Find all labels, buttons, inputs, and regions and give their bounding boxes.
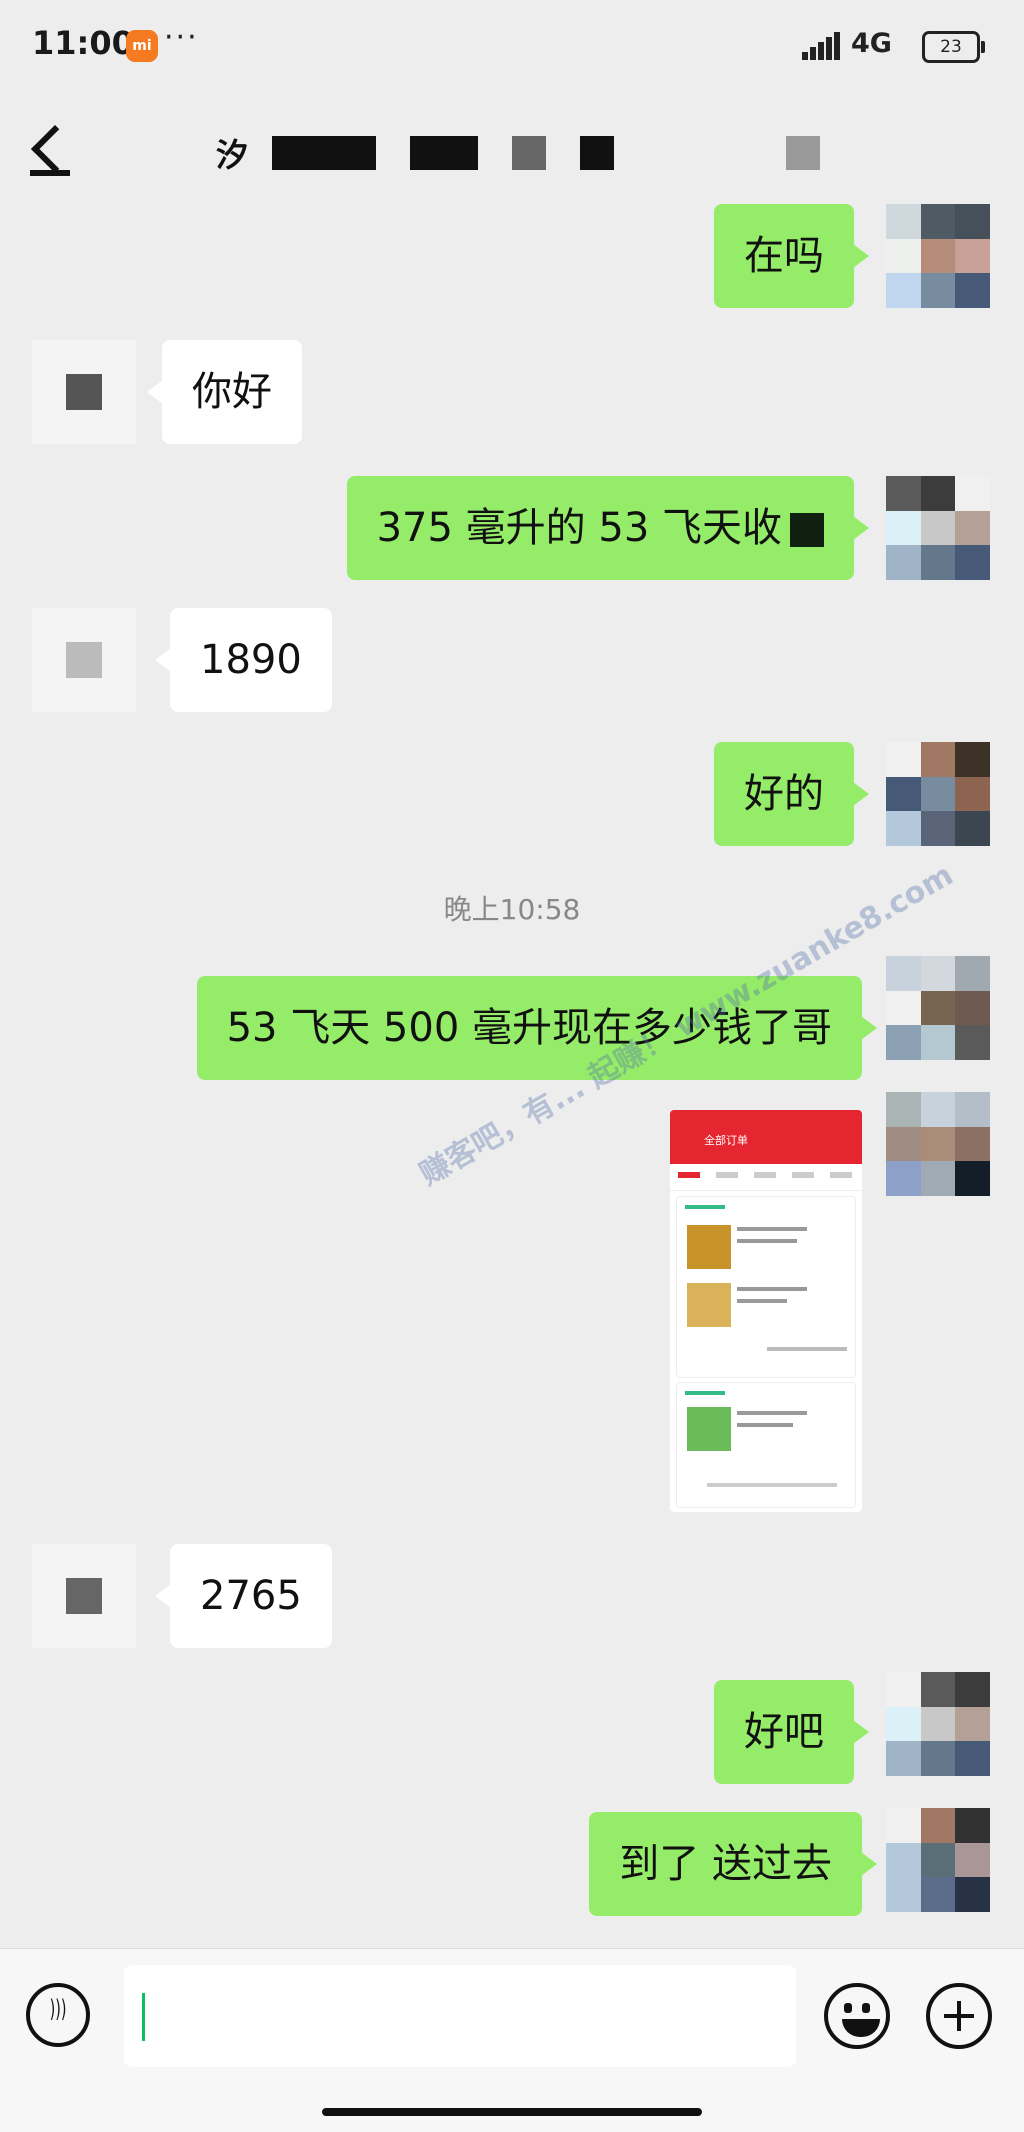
voice-input-icon[interactable] (26, 1983, 90, 2047)
redacted-title (410, 136, 478, 170)
redacted-text (790, 513, 824, 547)
signal-icon (802, 32, 840, 60)
my-avatar[interactable] (886, 1092, 990, 1196)
my-avatar[interactable] (886, 956, 990, 1060)
message-text: 好的 (744, 771, 824, 817)
screenshot-order-card (676, 1196, 856, 1378)
shared-screenshot-image[interactable]: 全部订单 (670, 1110, 862, 1512)
message-bubble-received[interactable]: 1890 (155, 608, 332, 712)
back-arrow-icon[interactable] (28, 126, 70, 176)
plus-icon[interactable] (926, 1983, 992, 2049)
emoji-icon[interactable] (824, 1983, 890, 2049)
message-bubble-received[interactable]: 2765 (155, 1544, 332, 1648)
screenshot-order-card (676, 1382, 856, 1508)
chat-title: 汐 (216, 136, 249, 174)
message-text: 在吗 (744, 233, 824, 279)
home-indicator[interactable] (322, 2108, 702, 2116)
text-caret (142, 1993, 145, 2041)
message-text: 2765 (200, 1573, 302, 1619)
message-text: 375 毫升的 53 飞天收 (376, 505, 782, 551)
message-text: 1890 (200, 637, 302, 683)
contact-avatar[interactable] (32, 1544, 136, 1648)
redacted-title (272, 136, 376, 170)
redacted-title (512, 136, 546, 170)
message-input[interactable] (124, 1965, 796, 2067)
status-time: 11:00 (32, 24, 134, 62)
message-text: 到了 送过去 (619, 1841, 832, 1887)
network-label: 4G (851, 28, 892, 59)
message-bubble-sent[interactable]: 在吗 (714, 204, 869, 308)
message-bubble-received[interactable]: 你好 (147, 340, 302, 444)
screenshot-tabs (670, 1164, 862, 1191)
more-notifications-icon: ··· (164, 20, 199, 55)
message-text: 你好 (192, 369, 272, 415)
message-bubble-sent[interactable]: 到了 送过去 (589, 1812, 877, 1916)
status-bar: 11:00 mi ··· 4G 23 (0, 0, 1024, 90)
mi-app-icon: mi (126, 30, 158, 62)
chat-header: 汐 (0, 90, 1024, 210)
message-bubble-sent[interactable]: 375 毫升的 53 飞天收 (346, 476, 870, 580)
my-avatar[interactable] (886, 1808, 990, 1912)
input-bar (0, 1948, 1024, 2132)
my-avatar[interactable] (886, 204, 990, 308)
redacted-title (580, 136, 614, 170)
my-avatar[interactable] (886, 1672, 990, 1776)
message-bubble-sent[interactable]: 好的 (714, 742, 869, 846)
more-options-icon[interactable] (786, 136, 820, 170)
my-avatar[interactable] (886, 742, 990, 846)
battery-icon: 23 (922, 31, 985, 63)
my-avatar[interactable] (886, 476, 990, 580)
message-text: 好吧 (744, 1709, 824, 1755)
message-bubble-sent[interactable]: 好吧 (714, 1680, 869, 1784)
contact-avatar[interactable] (32, 608, 136, 712)
screenshot-header: 全部订单 (670, 1110, 862, 1164)
contact-avatar[interactable] (32, 340, 136, 444)
